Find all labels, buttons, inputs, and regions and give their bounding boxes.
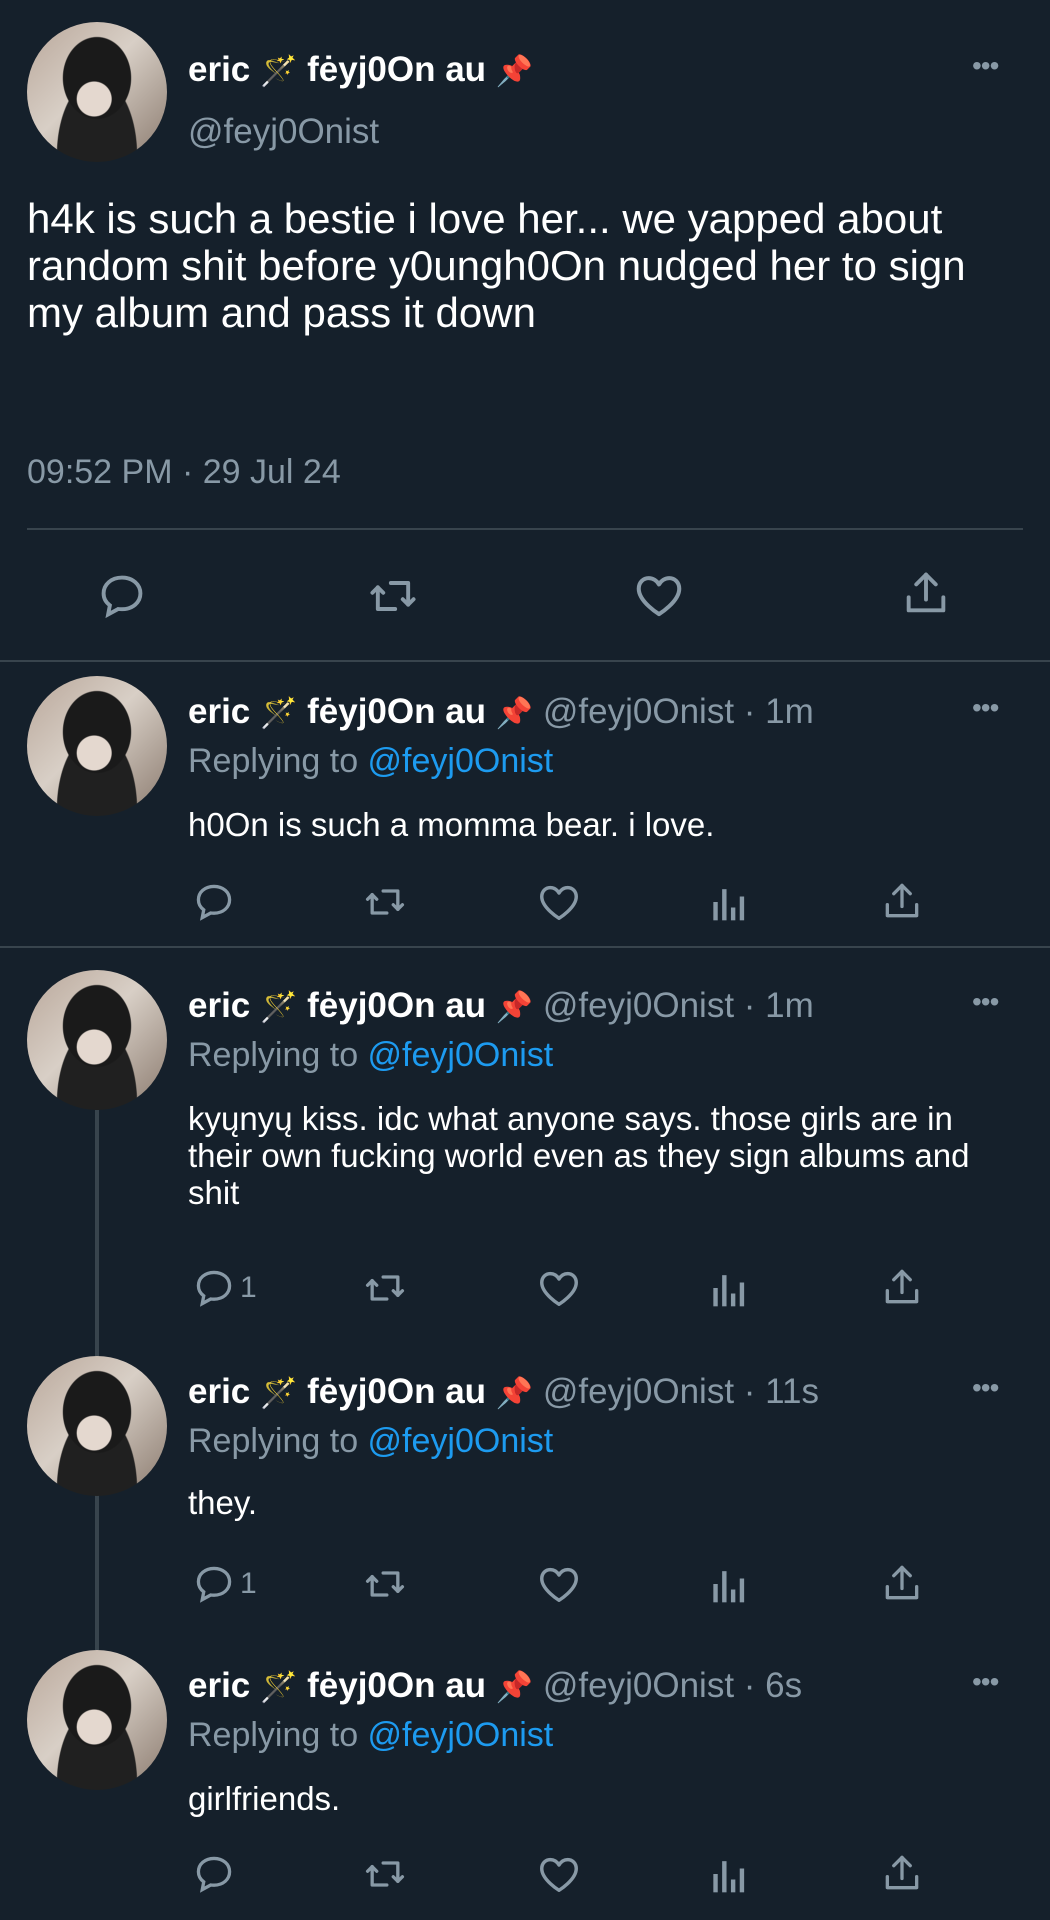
main-author-name[interactable]: eric 🪄 fėyj0On au 📌 <box>188 50 533 90</box>
analytics-icon[interactable] <box>708 1852 748 1896</box>
display-name: eric <box>188 986 251 1025</box>
display-name: eric <box>188 1666 251 1705</box>
retweet-icon[interactable] <box>362 1562 408 1606</box>
reply-text: h0On is such a momma bear. i love. <box>188 806 715 843</box>
name-suffix: fėyj0On au <box>307 986 487 1025</box>
reply-count: 1 <box>240 1567 257 1600</box>
avatar[interactable] <box>27 1650 167 1790</box>
display-name: eric <box>188 50 251 89</box>
divider <box>0 660 1050 662</box>
more-icon[interactable]: ••• <box>972 692 999 724</box>
divider <box>27 528 1023 530</box>
wand-emoji: 🪄 <box>260 697 298 730</box>
main-timestamp[interactable]: 09:52 PM · 29 Jul 24 <box>27 453 341 492</box>
name-suffix: fėyj0On au <box>307 692 487 731</box>
name-suffix: fėyj0On au <box>307 50 487 89</box>
reply-icon[interactable] <box>192 1852 240 1896</box>
reply-icon[interactable]: 1 <box>192 1266 257 1310</box>
reply-header[interactable]: eric 🪄 fėyj0On au 📌 @feyj0Onist · 11s <box>188 1372 819 1412</box>
like-icon[interactable] <box>536 879 582 925</box>
pin-emoji: 📌 <box>495 1671 534 1704</box>
avatar[interactable] <box>27 1356 167 1496</box>
replying-to: Replying to @feyj0Onist <box>188 1422 553 1461</box>
reply-count: 1 <box>240 1271 257 1304</box>
pin-emoji: 📌 <box>495 991 534 1024</box>
reply-header[interactable]: eric 🪄 fėyj0On au 📌 @feyj0Onist · 6s <box>188 1666 802 1706</box>
reply-icon[interactable]: 1 <box>192 1562 257 1606</box>
reply-header[interactable]: eric 🪄 fėyj0On au 📌 @feyj0Onist · 1m <box>188 692 814 732</box>
handle-time: @feyj0Onist · 1m <box>542 692 814 731</box>
like-icon[interactable] <box>536 1561 582 1607</box>
pin-emoji: 📌 <box>495 697 534 730</box>
display-name: eric <box>188 692 251 731</box>
main-handle[interactable]: @feyj0Onist <box>188 112 379 152</box>
analytics-icon[interactable] <box>708 1266 748 1310</box>
like-icon[interactable] <box>632 568 686 622</box>
wand-emoji: 🪄 <box>260 991 298 1024</box>
reply-header[interactable]: eric 🪄 fėyj0On au 📌 @feyj0Onist · 1m <box>188 986 814 1026</box>
handle-time: @feyj0Onist · 6s <box>542 1666 803 1705</box>
avatar[interactable] <box>27 22 167 162</box>
like-icon[interactable] <box>536 1265 582 1311</box>
retweet-icon[interactable] <box>362 1852 408 1896</box>
main-tweet-text: h4k is such a bestie i love her... we ya… <box>27 195 966 336</box>
replying-to-link[interactable]: @feyj0Onist <box>368 1036 554 1074</box>
wand-emoji: 🪄 <box>260 1671 298 1704</box>
wand-emoji: 🪄 <box>260 1377 298 1410</box>
name-suffix: fėyj0On au <box>307 1372 487 1411</box>
replying-to-link[interactable]: @feyj0Onist <box>368 1716 554 1754</box>
pin-emoji: 📌 <box>495 55 534 88</box>
pin-emoji: 📌 <box>495 1377 534 1410</box>
display-name: eric <box>188 1372 251 1411</box>
more-icon[interactable]: ••• <box>972 986 999 1018</box>
replying-to-link[interactable]: @feyj0Onist <box>368 742 554 780</box>
replying-to-label: Replying to <box>188 1036 368 1074</box>
analytics-icon[interactable] <box>708 880 748 924</box>
more-icon[interactable]: ••• <box>972 1666 999 1698</box>
replying-to: Replying to @feyj0Onist <box>188 742 553 781</box>
divider <box>0 946 1050 948</box>
reply-icon[interactable] <box>96 570 148 622</box>
wand-emoji: 🪄 <box>260 55 298 88</box>
like-icon[interactable] <box>536 1851 582 1897</box>
handle-time: @feyj0Onist · 1m <box>542 986 814 1025</box>
share-icon[interactable] <box>880 1850 924 1896</box>
handle-time: @feyj0Onist · 11s <box>542 1372 819 1411</box>
avatar[interactable] <box>27 676 167 816</box>
name-suffix: fėyj0On au <box>307 1666 487 1705</box>
reply-text: kyųnyų kiss. idc what anyone says. those… <box>188 1100 970 1211</box>
share-icon[interactable] <box>880 1560 924 1606</box>
replying-to: Replying to @feyj0Onist <box>188 1036 553 1075</box>
retweet-icon[interactable] <box>366 570 420 622</box>
share-icon[interactable] <box>880 1264 924 1310</box>
retweet-icon[interactable] <box>362 1266 408 1310</box>
reply-icon[interactable] <box>192 880 240 924</box>
reply-text: they. <box>188 1484 258 1521</box>
share-icon[interactable] <box>880 878 924 924</box>
retweet-icon[interactable] <box>362 880 408 924</box>
reply-text: girlfriends. <box>188 1780 341 1817</box>
share-icon[interactable] <box>900 566 952 620</box>
replying-to: Replying to @feyj0Onist <box>188 1716 553 1755</box>
replying-to-label: Replying to <box>188 1716 368 1754</box>
analytics-icon[interactable] <box>708 1562 748 1606</box>
more-icon[interactable]: ••• <box>972 1372 999 1404</box>
replying-to-label: Replying to <box>188 1422 368 1460</box>
replying-to-label: Replying to <box>188 742 368 780</box>
replying-to-link[interactable]: @feyj0Onist <box>368 1422 554 1460</box>
avatar[interactable] <box>27 970 167 1110</box>
more-icon[interactable]: ••• <box>972 50 999 82</box>
